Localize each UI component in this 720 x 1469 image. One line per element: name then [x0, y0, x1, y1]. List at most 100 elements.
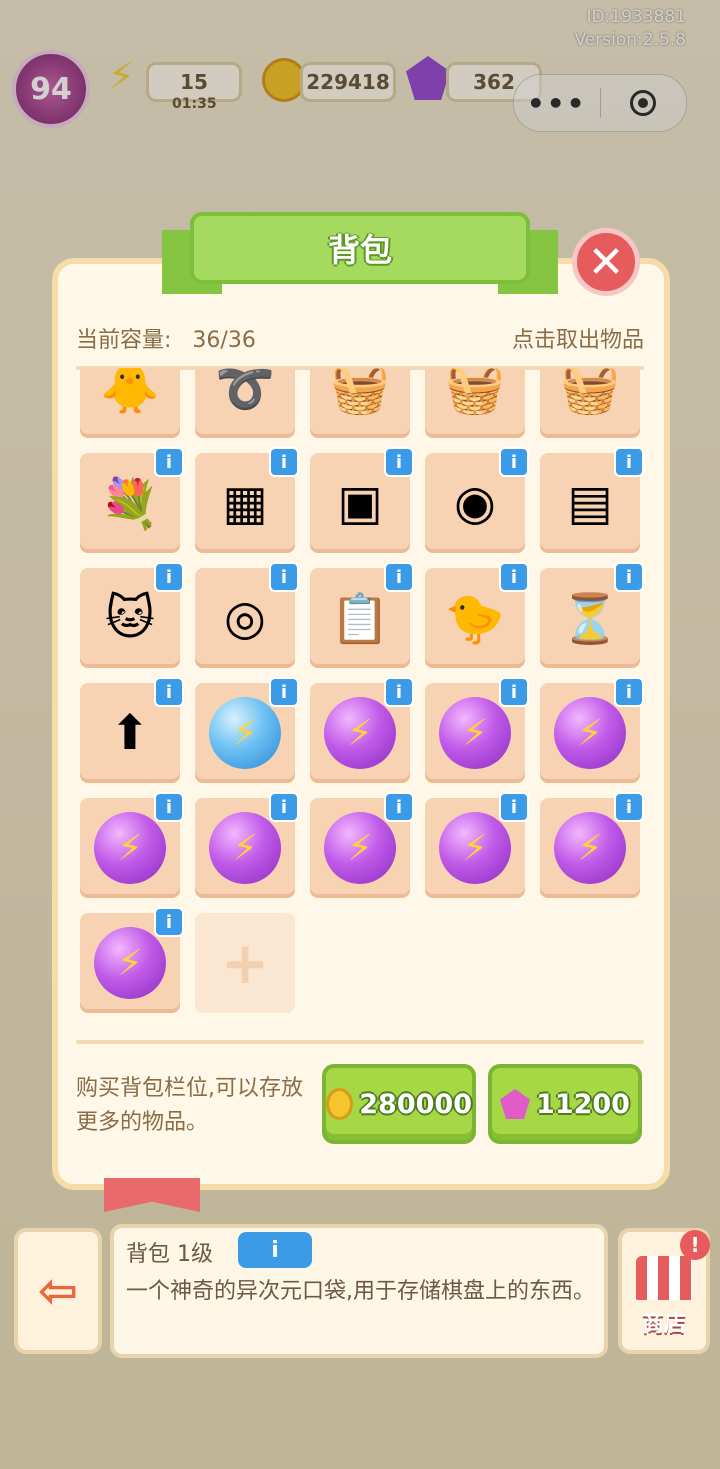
- inventory-slot[interactable]: ⬆ i: [80, 677, 184, 783]
- inventory-slot[interactable]: ◉ i: [425, 447, 529, 553]
- inventory-slot[interactable]: 💐 i: [80, 447, 184, 553]
- item-info-icon[interactable]: i: [499, 677, 529, 707]
- exit-door-icon: ⇦: [37, 1263, 79, 1319]
- item-detail-title: 背包 1级: [126, 1242, 213, 1267]
- purple-energy-orb-icon: ⚡: [554, 812, 626, 884]
- vacuum-station-icon: ▤: [567, 475, 613, 531]
- purple-energy-orb-icon: ⚡: [209, 812, 281, 884]
- add-slot-button[interactable]: +: [195, 913, 295, 1013]
- item-info-icon[interactable]: i: [269, 447, 299, 477]
- inventory-slot[interactable]: ⚡ i: [425, 792, 529, 898]
- gem-icon: [500, 1089, 531, 1119]
- inventory-slot[interactable]: 🐱 i: [80, 562, 184, 668]
- purple-energy-orb-icon: ⚡: [439, 812, 511, 884]
- item-info-icon[interactable]: i: [154, 447, 184, 477]
- inventory-slot[interactable]: ⚡ i: [80, 792, 184, 898]
- circuit-board-icon: ▣: [337, 475, 383, 531]
- item-info-icon[interactable]: i: [499, 792, 529, 822]
- clipboard-report-icon: 📋: [330, 590, 390, 647]
- item-info-icon[interactable]: i: [384, 677, 414, 707]
- item-art: 🧺: [320, 368, 400, 428]
- inventory-slot[interactable]: ⏳ i: [540, 562, 644, 668]
- close-button[interactable]: ✕: [572, 228, 640, 296]
- shop-alert-badge: !: [680, 1230, 710, 1260]
- buy-slot-gems-button[interactable]: 11200: [488, 1064, 642, 1144]
- inventory-slot[interactable]: ▤ i: [540, 447, 644, 553]
- pink-hourglass-gem-icon: ⏳: [560, 590, 620, 647]
- item-art: 🧺: [435, 368, 515, 428]
- flower-basket-icon: 🧺: [560, 368, 620, 417]
- empty-basket-icon: 🧺: [330, 368, 390, 417]
- item-info-icon[interactable]: i: [384, 447, 414, 477]
- item-info-icon[interactable]: i: [384, 562, 414, 592]
- item-info-icon[interactable]: i: [614, 562, 644, 592]
- item-info-icon[interactable]: i: [269, 677, 299, 707]
- close-icon: ✕: [587, 236, 625, 288]
- green-upgrade-card-icon: ⬆: [109, 705, 151, 761]
- inventory-slot[interactable]: ➰: [195, 368, 295, 438]
- buy-coins-price: 280000: [359, 1088, 472, 1120]
- item-info-icon[interactable]: i: [384, 792, 414, 822]
- item-info-icon[interactable]: i: [154, 792, 184, 822]
- capacity-label: 当前容量:: [76, 328, 172, 353]
- plus-icon: +: [220, 929, 270, 997]
- cpu-chip-icon: ▦: [222, 475, 268, 531]
- inventory-slot[interactable]: 🧺: [540, 368, 640, 438]
- inventory-slot[interactable]: 🐥: [80, 368, 180, 438]
- inventory-slot[interactable]: ▣ i: [310, 447, 414, 553]
- purple-energy-orb-icon: ⚡: [439, 697, 511, 769]
- exit-button[interactable]: ⇦: [14, 1228, 102, 1354]
- inventory-slot[interactable]: ⚡ i: [310, 792, 414, 898]
- ribbon-band: 背包: [190, 212, 530, 284]
- item-info-icon[interactable]: i: [499, 562, 529, 592]
- buy-slot-coins-button[interactable]: 280000: [322, 1064, 476, 1144]
- orange-cat-icon: 🐱: [104, 590, 156, 646]
- duck-headphones-toy-icon: 🐥: [100, 368, 160, 417]
- chick-plush-icon: 🐤: [445, 590, 505, 647]
- footer-divider: [76, 1040, 644, 1044]
- item-info-icon[interactable]: i: [154, 907, 184, 937]
- inventory-slot[interactable]: ⚡ i: [540, 792, 644, 898]
- item-info-icon[interactable]: i: [614, 677, 644, 707]
- purple-energy-orb-icon: ⚡: [324, 697, 396, 769]
- shop-awning-icon: [636, 1256, 692, 1300]
- item-info-icon[interactable]: i: [154, 677, 184, 707]
- inventory-slot[interactable]: ⚡ i: [425, 677, 529, 783]
- item-art: 🐥: [90, 368, 170, 428]
- inventory-slot[interactable]: 🧺: [310, 368, 410, 438]
- capacity-row: 当前容量: 36/36: [76, 322, 256, 354]
- buy-gems-price: 11200: [536, 1088, 630, 1120]
- inventory-grid: 🐥 ➰ 🧺 🧺 🧺 💐 i ▦ i ▣ i ◉ i ▤ i 🐱 i ◎ i 📋 i 🐤 i ⏳ i ⬆ i ⚡ i ⚡ i ⚡ i ⚡ i ⚡ i ⚡ i ⚡…: [80, 368, 646, 1028]
- inventory-slot[interactable]: ⚡ i: [310, 677, 414, 783]
- inventory-slot[interactable]: ⚡ i: [80, 907, 184, 1013]
- item-info-icon[interactable]: i: [614, 447, 644, 477]
- coin-icon: [326, 1088, 354, 1120]
- purple-energy-orb-icon: ⚡: [324, 812, 396, 884]
- inventory-slot[interactable]: ◎ i: [195, 562, 299, 668]
- purple-energy-orb-icon: ⚡: [94, 812, 166, 884]
- bouquet-basket-icon: 💐: [100, 475, 160, 532]
- inventory-slot[interactable]: 📋 i: [310, 562, 414, 668]
- item-art: 🧺: [550, 368, 630, 428]
- item-info-icon[interactable]: i: [499, 447, 529, 477]
- handle-basket-icon: 🧺: [445, 368, 505, 417]
- inventory-slot[interactable]: ⚡ i: [195, 677, 299, 783]
- item-detail-description: 一个神奇的异次元口袋,用于存储棋盘上的东西。: [126, 1279, 595, 1304]
- info-icon: i: [271, 1237, 279, 1263]
- item-info-icon[interactable]: i: [154, 562, 184, 592]
- item-info-icon[interactable]: i: [269, 792, 299, 822]
- item-info-icon[interactable]: i: [614, 792, 644, 822]
- inventory-slot[interactable]: ⚡ i: [540, 677, 644, 783]
- purple-energy-orb-icon: ⚡: [554, 697, 626, 769]
- title-ribbon: 背包: [162, 212, 558, 296]
- item-info-button[interactable]: i: [238, 1232, 312, 1268]
- inventory-slot[interactable]: ⚡ i: [195, 792, 299, 898]
- item-info-icon[interactable]: i: [269, 562, 299, 592]
- capacity-value: 36/36: [192, 328, 256, 353]
- inventory-slot[interactable]: 🐤 i: [425, 562, 529, 668]
- buy-slot-text: 购买背包栏位,可以存放更多的物品。: [76, 1076, 303, 1135]
- modal-title: 背包: [327, 231, 392, 269]
- duck-swim-ring-icon: ◎: [224, 590, 266, 646]
- inventory-slot[interactable]: ▦ i: [195, 447, 299, 553]
- inventory-slot[interactable]: 🧺: [425, 368, 525, 438]
